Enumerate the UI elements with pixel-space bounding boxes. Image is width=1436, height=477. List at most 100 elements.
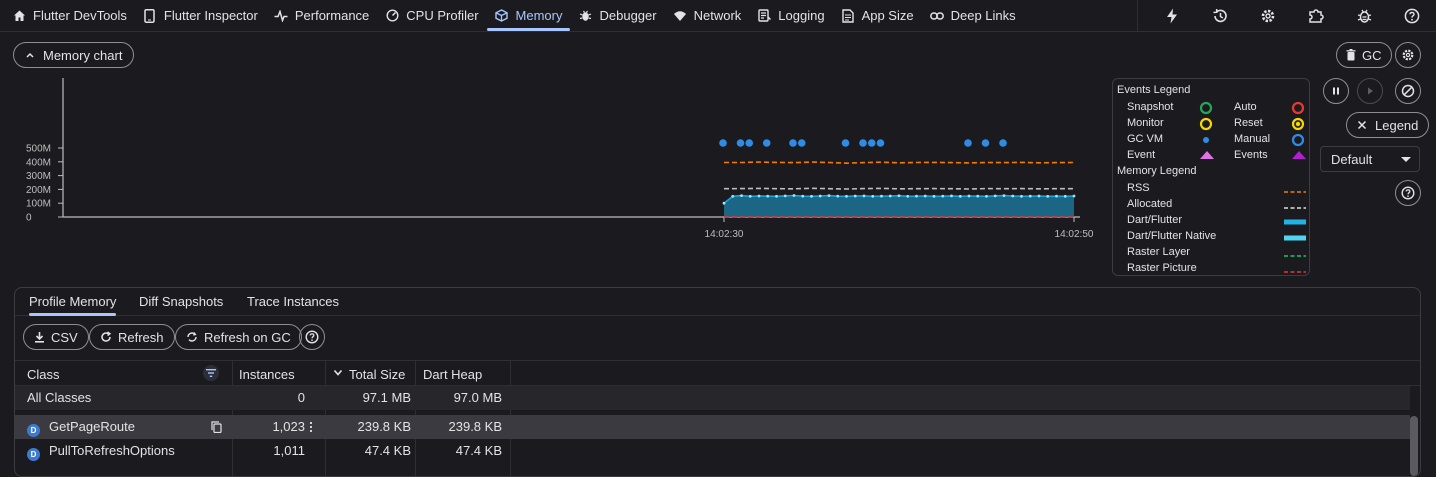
series-point (792, 194, 796, 197)
gc-event-marker (859, 139, 867, 147)
chevron-down-icon (1401, 157, 1411, 162)
legend-memory-bar-icon (1284, 233, 1306, 245)
subtab-diff-snapshots[interactable]: Diff Snapshots (139, 294, 223, 309)
history-button[interactable] (1196, 0, 1244, 32)
tab-label: Network (693, 8, 742, 23)
settings-button[interactable] (1244, 0, 1292, 32)
home-icon (12, 9, 26, 23)
series-point (783, 194, 787, 198)
tab-network[interactable]: Network (665, 0, 750, 32)
download-icon (34, 331, 45, 343)
memory-profile-panel: Profile Memory Diff Snapshots Trace Instan… (14, 287, 1421, 477)
table-row-all-classes[interactable]: All Classes 0 97.1 MB 97.0 MB (15, 386, 1410, 410)
series-point (906, 194, 910, 198)
bug-report-button[interactable] (1340, 0, 1388, 32)
extension-button[interactable] (1292, 0, 1340, 32)
x-tick-label: 14:02:30 (705, 229, 744, 240)
settings-icon (1401, 48, 1415, 62)
tab-label: Deep Links (950, 8, 1016, 23)
legend-memory-label: Allocated (1127, 198, 1173, 210)
dart-heap-value: 47.4 KB (455, 443, 502, 458)
gc-event-marker (999, 139, 1007, 147)
resume-button[interactable] (1357, 78, 1383, 104)
tab-cpu[interactable]: CPU Profiler (377, 0, 486, 32)
autorenew-icon (186, 331, 198, 343)
gc-event-marker (797, 139, 806, 147)
chart-help-button[interactable] (1395, 180, 1421, 206)
header-instances[interactable]: Instances (239, 367, 295, 382)
table-scrollbar[interactable] (1410, 416, 1418, 476)
tab-devtools[interactable]: Flutter DevTools (4, 0, 135, 32)
legend-memory-label: Raster Layer (1127, 246, 1190, 258)
tab-debugger[interactable]: Debugger (570, 0, 664, 32)
gc-event-marker (789, 139, 797, 147)
help-button[interactable] (1388, 0, 1436, 32)
subtab-trace-instances[interactable]: Trace Instances (247, 294, 339, 309)
header-class[interactable]: Class (27, 367, 60, 382)
gc-button[interactable]: GC (1336, 42, 1392, 68)
table-row[interactable]: D GetPageRoute 1,023 239.8 KB 239.8 KB (15, 415, 1410, 439)
gc-event-marker (745, 139, 754, 147)
refresh-button[interactable]: Refresh (89, 324, 175, 350)
cube-icon (495, 9, 509, 23)
header-dart-heap[interactable]: Dart Heap (423, 367, 482, 382)
series-point (775, 194, 778, 198)
legend-toggle-button[interactable]: Legend (1346, 112, 1430, 138)
tab-inspector[interactable]: Flutter Inspector (135, 0, 266, 32)
y-tick-label: 0 (26, 213, 32, 224)
refresh-icon (100, 331, 112, 343)
pause-button[interactable] (1323, 78, 1349, 104)
series-point (932, 194, 936, 198)
file-icon (841, 8, 855, 23)
csv-button[interactable]: CSV (23, 324, 89, 350)
history-icon (1212, 8, 1228, 24)
tab-deeplinks[interactable]: Deep Links (922, 0, 1024, 32)
refresh-on-gc-button[interactable]: Refresh on GC (175, 324, 302, 350)
series-point (985, 194, 988, 198)
timer-icon (385, 9, 399, 23)
table-row[interactable]: D PullToRefreshOptions 1,011 47.4 KB 47.4 KB (15, 439, 1410, 463)
legend-event-label: Monitor (1127, 117, 1164, 129)
series-point (923, 194, 927, 198)
legend-memory-label: Dart/Flutter (1127, 214, 1183, 226)
series-point (1011, 194, 1015, 198)
pause-icon (1331, 86, 1341, 96)
legend-memory-dashed-icon (1284, 266, 1306, 278)
class-cell: D GetPageRoute (27, 419, 135, 437)
clear-button[interactable] (1395, 78, 1421, 104)
legend-event-ring-icon (1291, 101, 1305, 118)
table-header: Class Instances Total Size Dart Heap (15, 360, 1420, 386)
tab-label: Memory (515, 8, 563, 23)
sort-down-icon (333, 369, 343, 377)
total-size-value: 47.4 KB (364, 443, 411, 458)
bolt-button[interactable] (1148, 0, 1196, 32)
tab-appsize[interactable]: App Size (833, 0, 922, 32)
series-point (941, 194, 945, 198)
filter-icon[interactable] (203, 365, 219, 381)
subtab-profile-memory[interactable]: Profile Memory (29, 294, 117, 316)
profile-help-button[interactable] (299, 324, 325, 350)
legend-memory-dashed-icon (1284, 250, 1306, 262)
close-icon (1357, 120, 1367, 130)
series-point (950, 194, 953, 198)
copy-icon[interactable] (211, 421, 222, 433)
series-point (836, 194, 840, 198)
memory-sub-tabs: Profile Memory Diff Snapshots Trace Instan… (15, 288, 1420, 316)
series-point (748, 194, 752, 198)
y-tick-label: 100M (26, 199, 51, 210)
phone-icon (143, 8, 157, 23)
help-icon (1404, 8, 1420, 24)
series-point (740, 194, 743, 198)
tab-performance[interactable]: Performance (266, 0, 377, 32)
tab-memory[interactable]: Memory (486, 0, 571, 32)
series-point (1028, 194, 1032, 198)
chart-mode-dropdown[interactable]: Default (1320, 146, 1420, 172)
series-point (967, 194, 971, 198)
tab-logging[interactable]: Logging (749, 0, 832, 32)
header-total-size[interactable]: Total Size (349, 367, 405, 382)
series-area-dart-flutter (724, 195, 1074, 217)
series-point (757, 194, 761, 198)
class-name: GetPageRoute (49, 419, 136, 434)
chart-settings-button[interactable] (1395, 42, 1421, 68)
more-vert-icon[interactable] (309, 421, 313, 433)
